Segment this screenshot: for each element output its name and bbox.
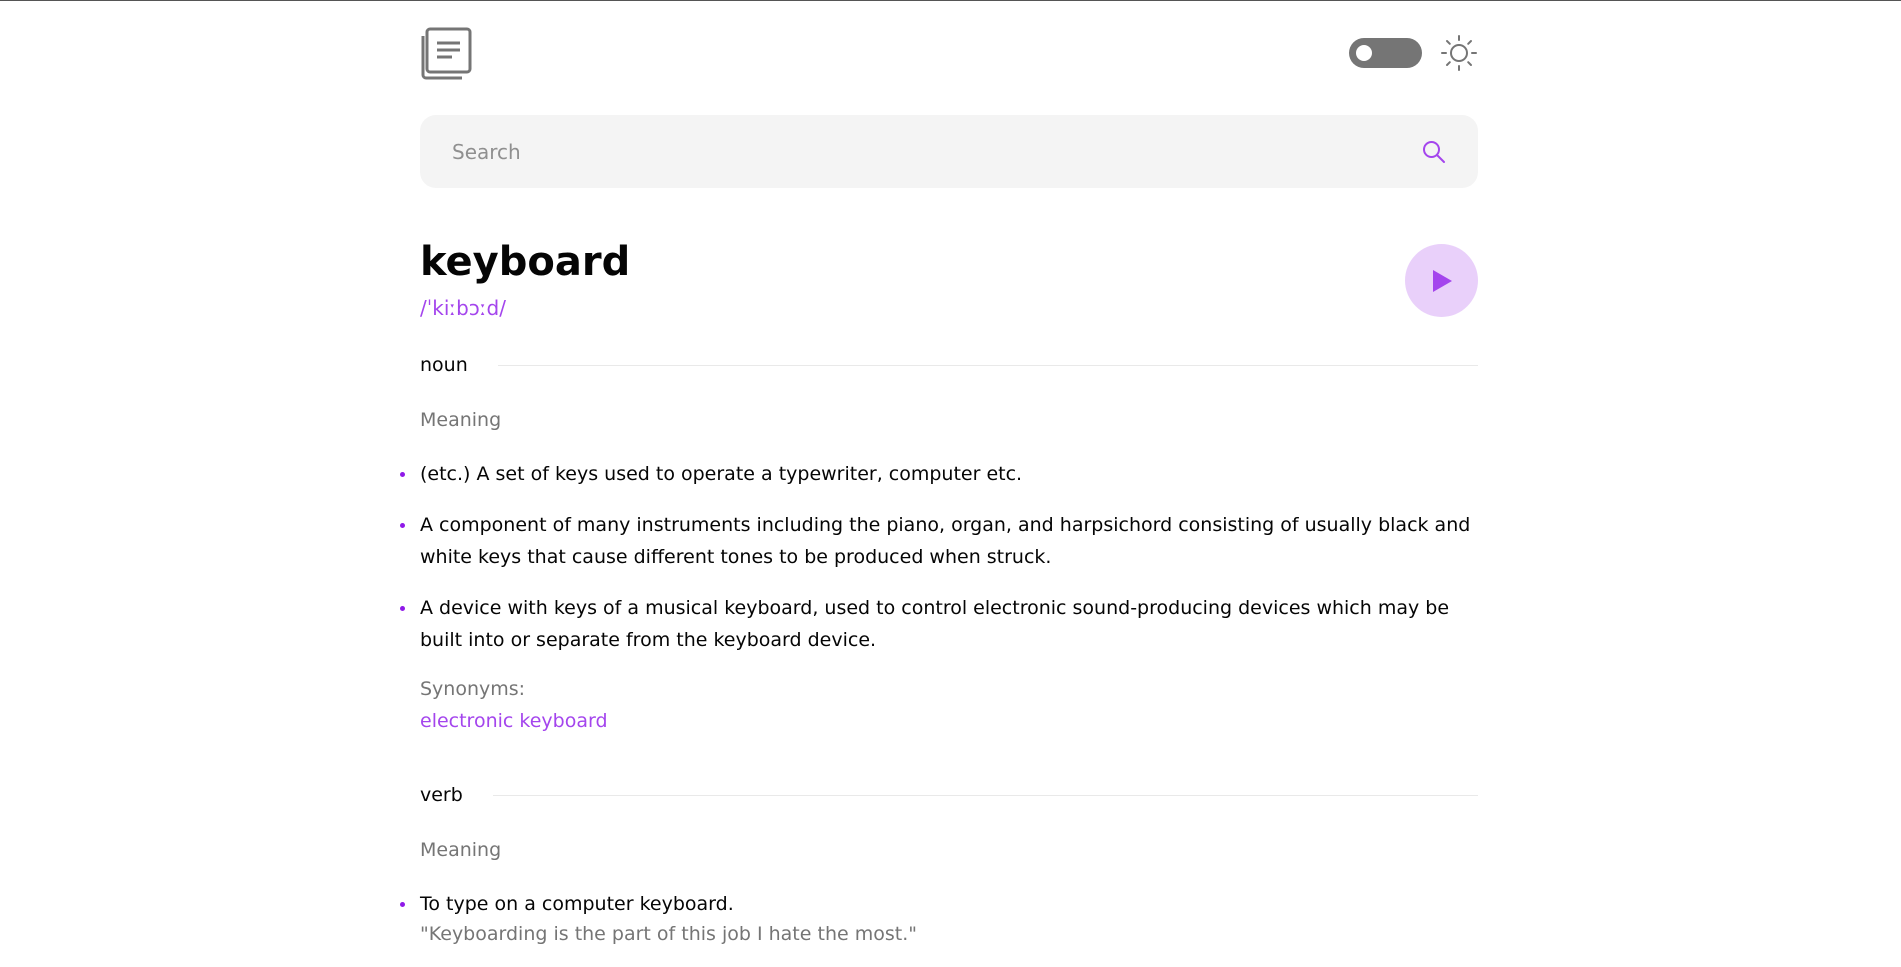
definition-item: A component of many instruments includin… <box>400 509 1478 573</box>
part-of-speech-label: verb <box>420 784 463 806</box>
definition-list-verb: To type on a computer keyboard. "Keyboar… <box>400 888 1478 967</box>
synonym-link[interactable]: electronic keyboard <box>420 710 608 732</box>
meaning-label: Meaning <box>420 839 502 861</box>
theme-toggle[interactable] <box>1349 38 1422 68</box>
word-title: keyboard <box>420 239 631 285</box>
definition-item: A device with keys of a musical keyboard… <box>400 592 1478 656</box>
sun-icon[interactable] <box>1440 34 1478 72</box>
part-of-speech-label: noun <box>420 354 468 376</box>
definition-text: To type on a computer keyboard. <box>420 893 734 915</box>
definition-item: To type on a computer keyboard. "Keyboar… <box>400 888 1478 948</box>
play-audio-button[interactable] <box>1405 244 1478 317</box>
section-divider <box>492 794 1478 796</box>
section-divider <box>497 364 1478 366</box>
dictionary-app: keyboard /ˈkiːbɔːd/ noun Meaning (etc.) … <box>400 0 1478 945</box>
header <box>420 25 1478 81</box>
phonetic-text: /ˈkiːbɔːd/ <box>420 296 506 320</box>
synonyms-label: Synonyms: <box>420 678 526 700</box>
definition-list-noun: (etc.) A set of keys used to operate a t… <box>400 458 1478 675</box>
book-icon[interactable] <box>420 25 476 81</box>
example-text: "Keyboarding is the part of this job I h… <box>420 923 917 945</box>
play-icon <box>1432 269 1452 292</box>
search-icon[interactable] <box>1420 138 1448 166</box>
part-of-speech-verb: verb <box>420 781 1478 809</box>
header-controls <box>1349 34 1478 72</box>
definition-item: (etc.) A set of keys used to operate a t… <box>400 458 1478 490</box>
meaning-label: Meaning <box>420 409 502 431</box>
part-of-speech-noun: noun <box>420 351 1478 379</box>
theme-toggle-knob <box>1356 45 1372 61</box>
search-input[interactable] <box>450 138 1420 165</box>
search-bar <box>420 115 1478 188</box>
